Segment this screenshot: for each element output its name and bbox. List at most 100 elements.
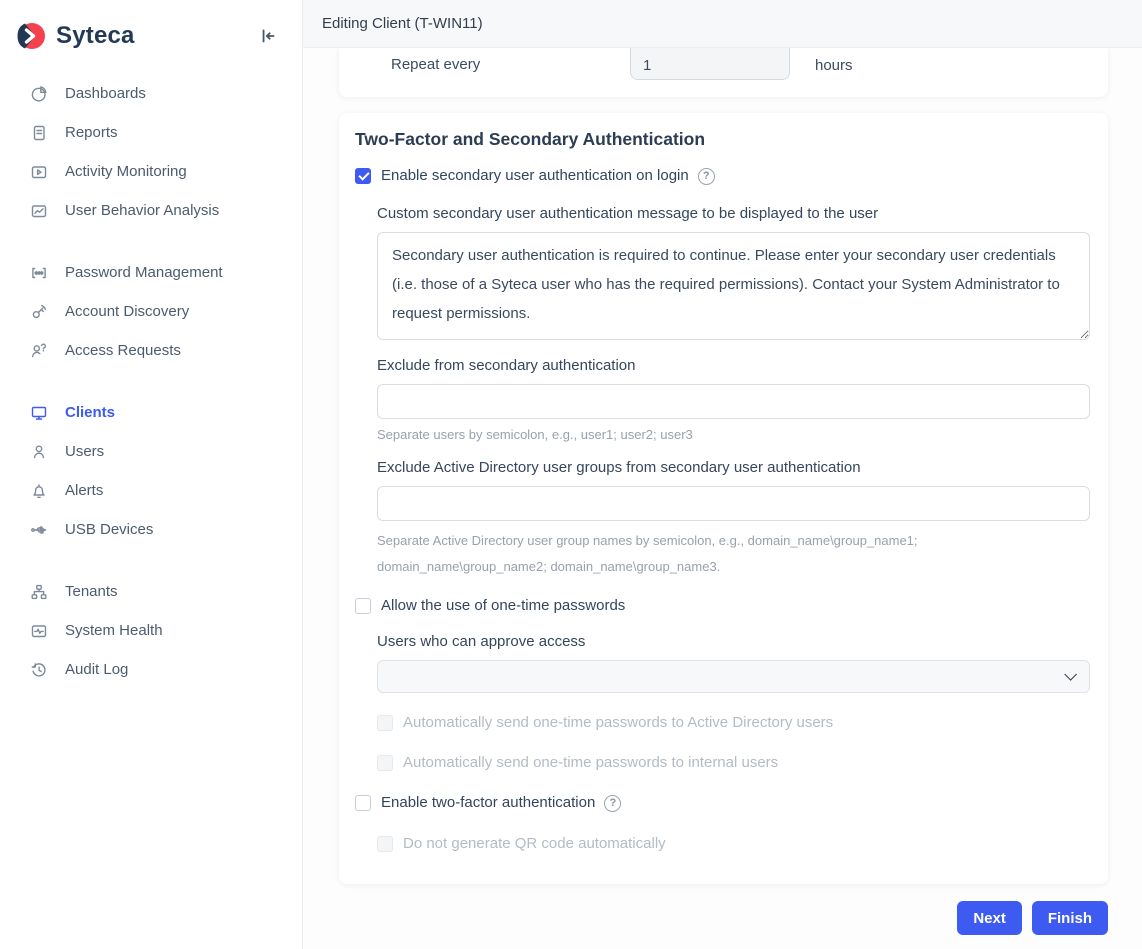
sidebar-item-users[interactable]: Users — [0, 432, 302, 471]
secondary-auth-settings: Custom secondary user authentication mes… — [377, 204, 1090, 580]
exclude-users-label: Exclude from secondary authentication — [377, 356, 1090, 376]
enable-secondary-auth-checkbox[interactable] — [355, 168, 371, 184]
page-header: Editing Client (T-WIN11) — [303, 0, 1142, 48]
monitor-icon — [30, 404, 48, 422]
2fa-settings: Do not generate QR code automatically — [377, 834, 1090, 854]
sidebar-nav: Dashboards Reports Activity Monitoring U… — [0, 72, 302, 689]
next-button[interactable]: Next — [957, 901, 1022, 935]
document-icon — [30, 124, 48, 142]
sidebar-item-label: Users — [65, 443, 104, 460]
exclude-groups-label: Exclude Active Directory user groups fro… — [377, 458, 1090, 478]
content-scroll[interactable]: Repeat every hours Two-Factor and Second… — [303, 48, 1142, 949]
exclude-groups-hint: Separate Active Directory user group nam… — [377, 528, 1017, 580]
page-title: Editing Client (T-WIN11) — [322, 15, 483, 32]
sidebar-item-label: Activity Monitoring — [65, 163, 187, 180]
auto-send-ad-row: Automatically send one-time passwords to… — [377, 713, 1090, 733]
enable-2fa-checkbox[interactable] — [355, 795, 371, 811]
sidebar-item-alerts[interactable]: Alerts — [0, 471, 302, 510]
no-qr-checkbox — [377, 836, 393, 852]
password-brackets-icon — [30, 264, 48, 282]
play-screen-icon — [30, 163, 48, 181]
sidebar-item-usb-devices[interactable]: USB Devices — [0, 510, 302, 549]
sidebar-item-tenants[interactable]: Tenants — [0, 572, 302, 611]
exclude-groups-input[interactable] — [377, 486, 1090, 521]
sidebar-item-audit-log[interactable]: Audit Log — [0, 650, 302, 689]
main-area: Editing Client (T-WIN11) Repeat every ho… — [303, 0, 1142, 949]
auto-send-internal-label: Automatically send one-time passwords to… — [403, 753, 778, 773]
sidebar-item-system-health[interactable]: System Health — [0, 611, 302, 650]
pie-chart-icon — [30, 85, 48, 103]
exclude-users-input[interactable] — [377, 384, 1090, 419]
nav-group-analytics: Dashboards Reports Activity Monitoring U… — [0, 74, 302, 230]
no-qr-label: Do not generate QR code automatically — [403, 834, 666, 854]
sidebar-item-account-discovery[interactable]: Account Discovery — [0, 292, 302, 331]
exclude-users-hint: Separate users by semicolon, e.g., user1… — [377, 426, 1090, 444]
nav-group-pam: Password Management Account Discovery Ac… — [0, 253, 302, 370]
custom-message-textarea[interactable]: Secondary user authentication is require… — [377, 232, 1090, 340]
org-tree-icon — [30, 583, 48, 601]
auto-send-ad-checkbox — [377, 715, 393, 731]
bell-icon — [30, 482, 48, 500]
wizard-footer: Next Finish — [339, 901, 1108, 935]
allow-otp-checkbox[interactable] — [355, 598, 371, 614]
nav-group-endpoints: Clients Users Alerts USB Devices — [0, 393, 302, 549]
sidebar-item-label: Password Management — [65, 264, 223, 281]
repeat-every-input[interactable] — [630, 48, 790, 80]
sidebar-item-label: Account Discovery — [65, 303, 189, 320]
syteca-logo-icon — [14, 19, 48, 53]
enable-secondary-auth-row: Enable secondary user authentication on … — [355, 166, 1090, 186]
sidebar-item-label: USB Devices — [65, 521, 153, 538]
key-discovery-icon — [30, 303, 48, 321]
usb-icon — [30, 521, 48, 539]
logo-row: Syteca — [0, 0, 302, 72]
help-icon[interactable] — [604, 795, 621, 812]
sidebar-item-access-requests[interactable]: Access Requests — [0, 331, 302, 370]
two-factor-card: Two-Factor and Secondary Authentication … — [339, 113, 1108, 884]
finish-button[interactable]: Finish — [1032, 901, 1108, 935]
allow-otp-label: Allow the use of one-time passwords — [381, 596, 625, 616]
person-question-icon — [30, 342, 48, 360]
sidebar-item-label: Clients — [65, 404, 115, 421]
sidebar-item-label: Dashboards — [65, 85, 146, 102]
sidebar-item-clients[interactable]: Clients — [0, 393, 302, 432]
otp-settings: Users who can approve access Automatical… — [377, 632, 1090, 773]
custom-message-label: Custom secondary user authentication mes… — [377, 204, 1090, 224]
enable-2fa-label: Enable two-factor authentication — [381, 793, 595, 813]
sidebar-item-dashboards[interactable]: Dashboards — [0, 74, 302, 113]
sidebar-item-activity-monitoring[interactable]: Activity Monitoring — [0, 152, 302, 191]
sidebar-item-label: Tenants — [65, 583, 118, 600]
sidebar-item-user-behavior-analysis[interactable]: User Behavior Analysis — [0, 191, 302, 230]
person-icon — [30, 443, 48, 461]
nav-group-system: Tenants System Health Audit Log — [0, 572, 302, 689]
line-chart-icon — [30, 202, 48, 220]
card-title: Two-Factor and Secondary Authentication — [355, 129, 1090, 150]
health-monitor-icon — [30, 622, 48, 640]
sidebar-item-label: System Health — [65, 622, 163, 639]
enable-2fa-row: Enable two-factor authentication — [355, 793, 1090, 813]
repeat-settings-card: Repeat every hours — [339, 48, 1108, 97]
auto-send-internal-checkbox — [377, 755, 393, 771]
app-window: Syteca Dashboards Reports Activity Monit… — [0, 0, 1142, 949]
allow-otp-row: Allow the use of one-time passwords — [355, 596, 1090, 616]
chevron-down-icon — [1064, 668, 1077, 681]
sidebar-item-label: User Behavior Analysis — [65, 202, 219, 219]
sidebar-item-reports[interactable]: Reports — [0, 113, 302, 152]
approvers-label: Users who can approve access — [377, 632, 1090, 652]
history-clock-icon — [30, 661, 48, 679]
sidebar-item-label: Reports — [65, 124, 118, 141]
enable-secondary-auth-label: Enable secondary user authentication on … — [381, 166, 689, 186]
sidebar: Syteca Dashboards Reports Activity Monit… — [0, 0, 303, 949]
no-qr-row: Do not generate QR code automatically — [377, 834, 1090, 854]
auto-send-internal-row: Automatically send one-time passwords to… — [377, 753, 1090, 773]
sidebar-item-password-management[interactable]: Password Management — [0, 253, 302, 292]
repeat-every-label: Repeat every — [391, 56, 630, 73]
sidebar-item-label: Access Requests — [65, 342, 181, 359]
sidebar-item-label: Audit Log — [65, 661, 128, 678]
brand-name: Syteca — [56, 22, 135, 50]
repeat-unit-label: hours — [815, 57, 853, 74]
auto-send-ad-label: Automatically send one-time passwords to… — [403, 713, 833, 733]
approvers-select[interactable] — [377, 660, 1090, 693]
sidebar-collapse-icon[interactable] — [258, 26, 278, 46]
sidebar-item-label: Alerts — [65, 482, 103, 499]
help-icon[interactable] — [698, 168, 715, 185]
